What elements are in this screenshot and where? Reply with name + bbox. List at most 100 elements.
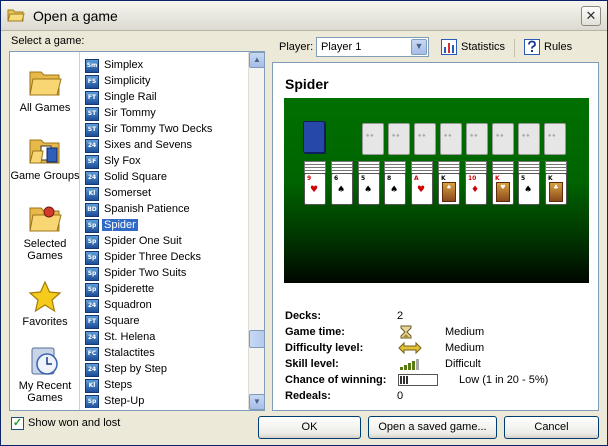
list-item[interactable]: FT Square xyxy=(82,314,250,330)
game-list-scrollbar[interactable]: ▲ ▼ xyxy=(248,52,265,410)
checkmark-icon: ✓ xyxy=(12,417,23,429)
tableau-card: K ♥ xyxy=(492,173,514,205)
info-label: Decks: xyxy=(285,310,322,322)
title-bar[interactable]: Open a game ✕ xyxy=(1,1,607,31)
info-game-time: Game time: Medium xyxy=(285,325,595,341)
list-item[interactable]: Sp Spider One Suit xyxy=(82,234,250,250)
game-type-icon: 24 xyxy=(85,139,99,153)
foundation-slot xyxy=(388,123,410,155)
list-item[interactable]: 24 Sixes and Sevens xyxy=(82,138,250,154)
scroll-up-button[interactable]: ▲ xyxy=(249,52,265,68)
list-item[interactable]: Kl Somerset xyxy=(82,186,250,202)
group-favorites[interactable]: Favorites xyxy=(10,280,80,328)
tableau-card: 5 ♠ xyxy=(518,173,540,205)
list-item[interactable]: ST Sir Tommy xyxy=(82,106,250,122)
list-item[interactable]: Sp Spider Two Suits xyxy=(82,266,250,282)
group-selected-games[interactable]: Selected Games xyxy=(10,202,80,262)
group-all-games[interactable]: All Games xyxy=(10,66,80,114)
game-type-icon: Sp xyxy=(85,235,99,249)
info-value: 0 xyxy=(397,390,404,402)
open-game-dialog: Open a game ✕ Select a game: All Games G… xyxy=(0,0,608,446)
ok-button[interactable]: OK xyxy=(258,416,361,439)
arrow-down-icon: ▼ xyxy=(253,397,261,406)
game-details-panel: Spider 9♥6♠5♠8♠A♥K♠10♦K♥5♠K♣ Decks: 2 Ga… xyxy=(272,62,599,411)
list-item[interactable]: Sp Spiderette xyxy=(82,282,250,298)
tableau-card: 8 ♠ xyxy=(384,173,406,205)
statistics-label: Statistics xyxy=(461,41,506,53)
card-rank: 5 xyxy=(361,175,366,182)
foundation-slot xyxy=(492,123,514,155)
list-item[interactable]: FS Simplicity xyxy=(82,74,250,90)
scroll-down-button[interactable]: ▼ xyxy=(249,394,265,410)
game-name: Somerset xyxy=(104,187,152,199)
close-button[interactable]: ✕ xyxy=(581,6,601,26)
window-title: Open a game xyxy=(33,8,118,24)
game-name: Stalactites xyxy=(104,347,155,359)
list-item[interactable]: 24 Step by Step xyxy=(82,362,250,378)
list-item[interactable]: Sm Simplex xyxy=(82,58,250,74)
card-suit: ♥ xyxy=(310,185,319,195)
list-item-selected[interactable]: Sp Spider xyxy=(82,218,250,234)
list-item[interactable]: ST Sir Tommy Two Decks xyxy=(82,122,250,138)
player-dropdown-button[interactable]: ▼ xyxy=(411,39,427,55)
folder-icon xyxy=(29,71,62,96)
game-name: Solid Square xyxy=(104,171,167,183)
list-item[interactable]: Kl Steps xyxy=(82,378,250,394)
list-item[interactable]: 24 Squadron xyxy=(82,298,250,314)
game-type-icon: Sp xyxy=(85,395,99,408)
info-value: Medium xyxy=(445,326,485,338)
game-type-icon: BD xyxy=(85,203,99,217)
group-label: Game Groups xyxy=(10,170,80,182)
game-groups-icon xyxy=(29,139,60,164)
scroll-thumb[interactable] xyxy=(249,330,265,348)
game-preview: 9♥6♠5♠8♠A♥K♠10♦K♥5♠K♣ xyxy=(284,98,589,283)
selected-games-icon xyxy=(29,206,62,232)
info-value: Difficult xyxy=(445,358,481,370)
list-item[interactable]: 24 Solid Square xyxy=(82,170,250,186)
card-rank: 9 xyxy=(307,175,312,182)
game-name: Spanish Patience xyxy=(104,203,190,215)
info-difficulty: Difficulty level: Medium xyxy=(285,341,595,357)
card-rank: A xyxy=(414,175,419,182)
player-value: Player 1 xyxy=(321,41,362,53)
game-name: Squadron xyxy=(104,299,152,311)
hourglass-icon xyxy=(400,325,412,339)
list-item[interactable]: Sp Spider Three Decks xyxy=(82,250,250,266)
list-item[interactable]: SF Sly Fox xyxy=(82,154,250,170)
foundation-slot xyxy=(544,123,566,155)
help-icon xyxy=(524,39,540,55)
group-recent-games[interactable]: My Recent Games xyxy=(10,344,80,404)
list-item[interactable]: 24 St. Helena xyxy=(82,330,250,346)
player-label: Player: xyxy=(279,41,314,53)
game-type-icon: 24 xyxy=(85,299,99,313)
foundation-slot xyxy=(414,123,436,155)
game-name: Spider One Suit xyxy=(104,235,182,247)
info-value: Medium xyxy=(445,342,485,354)
player-select[interactable]: Player 1 ▼ xyxy=(316,37,429,57)
list-item[interactable]: FT Single Rail xyxy=(82,90,250,106)
card-rank: K xyxy=(495,175,500,182)
game-browser: All Games Game Groups Selected Games Fav… xyxy=(9,51,265,411)
list-item[interactable]: BD Spanish Patience xyxy=(82,202,250,218)
tableau-card: 10 ♦ xyxy=(465,173,487,205)
group-game-groups[interactable]: Game Groups xyxy=(10,134,80,182)
game-name: Spider Three Decks xyxy=(104,251,202,263)
game-type-icon: Sm xyxy=(85,59,99,73)
info-redeals: Redeals: 0 xyxy=(285,389,595,405)
game-name: Simplex xyxy=(104,59,144,71)
game-name: Sir Tommy Two Decks xyxy=(104,123,213,135)
list-item[interactable]: FC Stalactites xyxy=(82,346,250,362)
star-icon xyxy=(28,280,62,313)
open-saved-game-button[interactable]: Open a saved game... xyxy=(368,416,497,439)
game-title: Spider xyxy=(285,76,329,92)
checkbox-box[interactable]: ✓ xyxy=(11,417,24,430)
info-label: Skill level: xyxy=(285,358,339,370)
chance-meter-icon xyxy=(398,374,438,386)
cancel-button[interactable]: Cancel xyxy=(504,416,599,439)
card-suit: ♥ xyxy=(417,185,426,195)
list-item[interactable]: Sp Step-Up xyxy=(82,394,250,408)
chevron-down-icon: ▼ xyxy=(414,41,424,51)
info-value: Low (1 in 20 - 5%) xyxy=(459,374,549,386)
game-type-icon: Kl xyxy=(85,379,99,393)
card-rank: 5 xyxy=(521,175,526,182)
